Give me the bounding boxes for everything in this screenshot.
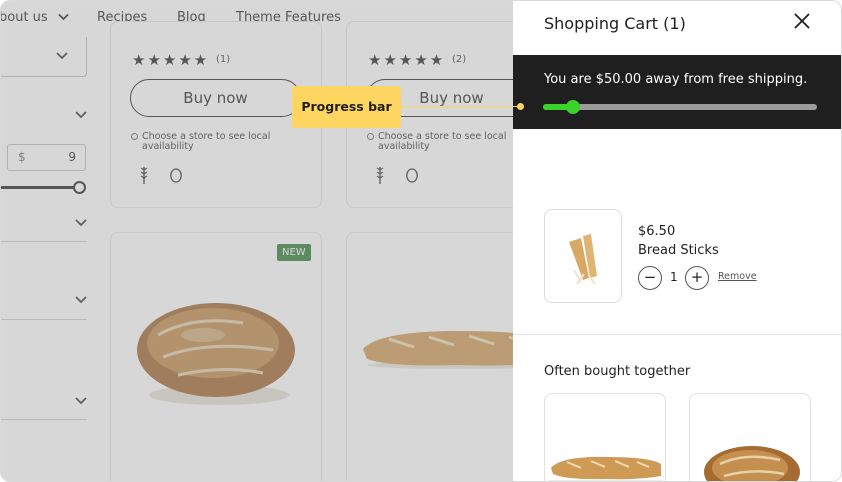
app-window: bout us Recipes Blog Theme Features $ 9 … [0, 0, 842, 482]
quantity-value: 1 [670, 270, 678, 284]
overlay-dim[interactable] [1, 1, 513, 481]
close-icon[interactable] [793, 12, 815, 34]
annotation-dot [517, 103, 524, 110]
often-bought-title: Often bought together [544, 364, 691, 379]
bread-sticks-image [569, 234, 597, 285]
recommended-product-card[interactable] [689, 393, 811, 481]
cart-item-price: $6.50 [638, 224, 676, 239]
recommended-product-card[interactable] [544, 393, 666, 481]
annotation-connector [401, 106, 520, 107]
cart-item-image[interactable] [544, 209, 622, 303]
remove-item-link[interactable]: Remove [718, 271, 757, 282]
free-shipping-message: You are $50.00 away from free shipping. [544, 72, 808, 87]
cart-drawer: Shopping Cart (1) You are $50.00 away fr… [513, 1, 841, 481]
divider [513, 334, 841, 335]
quantity-decrease-button[interactable]: − [638, 266, 662, 290]
annotation-label: Progress bar [292, 86, 401, 128]
product-image [704, 446, 800, 481]
quantity-increase-button[interactable]: + [685, 266, 709, 290]
product-image [549, 456, 663, 481]
cart-item-name: Bread Sticks [638, 243, 719, 258]
shipping-progress-knob [566, 100, 580, 114]
shipping-progress-bar [543, 100, 817, 114]
free-shipping-banner: You are $50.00 away from free shipping. [513, 55, 841, 129]
cart-title: Shopping Cart (1) [544, 14, 686, 33]
